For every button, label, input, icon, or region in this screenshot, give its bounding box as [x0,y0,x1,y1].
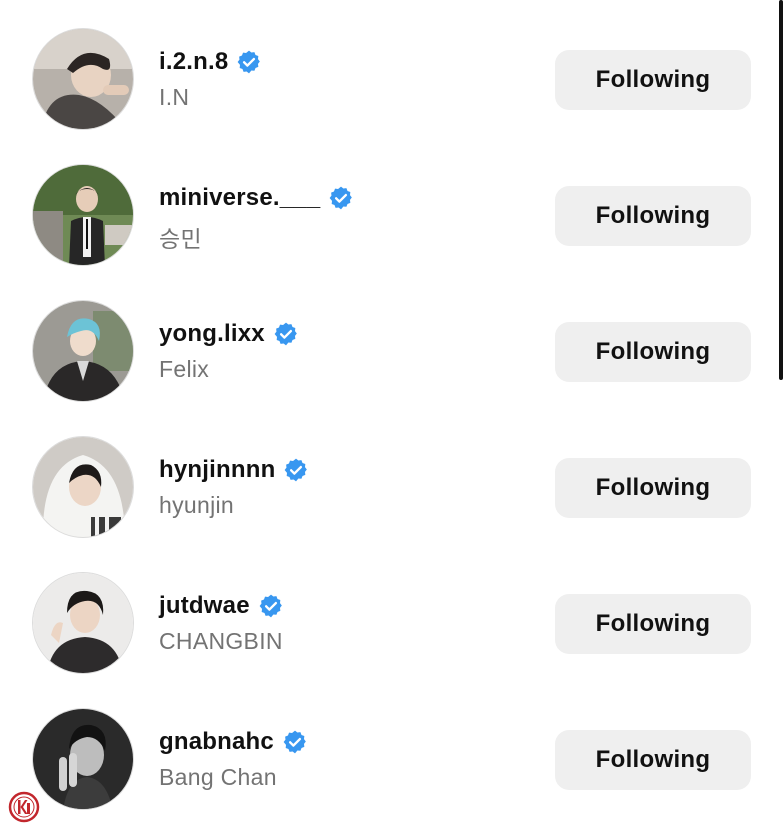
full-name: hyunjin [159,492,234,518]
following-button[interactable]: Following [555,50,751,110]
full-name: CHANGBIN [159,628,283,654]
username-text[interactable]: jutdwae [159,592,250,620]
avatar[interactable] [32,708,134,810]
list-item[interactable]: hynjinnnn hyunjin Following [0,436,784,546]
avatar[interactable] [32,164,134,266]
username-text[interactable]: miniverse.___ [159,184,320,212]
following-button[interactable]: Following [555,186,751,246]
username-text[interactable]: i.2.n.8 [159,48,228,76]
avatar[interactable] [32,300,134,402]
avatar[interactable] [32,572,134,674]
kpf-logo-icon [8,791,40,823]
avatar[interactable] [32,28,134,130]
verified-badge-icon [283,730,306,754]
username-text[interactable]: hynjinnnn [159,456,275,484]
list-item[interactable]: yong.lixx Felix Following [0,300,784,410]
scrollbar[interactable] [779,0,783,380]
following-button[interactable]: Following [555,458,751,518]
username[interactable]: gnabnahc [159,726,308,758]
list-item[interactable]: i.2.n.8 I.N Following [0,28,784,138]
list-item[interactable]: jutdwae CHANGBIN Following [0,572,784,682]
username[interactable]: yong.lixx [159,318,299,350]
following-button[interactable]: Following [555,322,751,382]
full-name: I.N [159,84,190,110]
username[interactable]: jutdwae [159,590,284,622]
avatar[interactable] [32,436,134,538]
username[interactable]: hynjinnnn [159,454,309,486]
username-text[interactable]: yong.lixx [159,320,265,348]
username[interactable]: miniverse.___ [159,182,354,214]
verified-badge-icon [285,458,308,482]
verified-badge-icon [238,50,261,74]
verified-badge-icon [274,322,297,346]
following-button[interactable]: Following [555,594,751,654]
verified-badge-icon [259,594,282,618]
verified-badge-icon [330,186,353,210]
following-button[interactable]: Following [555,730,751,790]
username[interactable]: i.2.n.8 [159,46,262,78]
username-text[interactable]: gnabnahc [159,728,274,756]
full-name: 승민 [159,226,202,252]
list-item[interactable]: miniverse.___ 승민 Following [0,164,784,274]
full-name: Bang Chan [159,764,277,790]
full-name: Felix [159,356,210,382]
list-item[interactable]: gnabnahc Bang Chan Following [0,708,784,818]
